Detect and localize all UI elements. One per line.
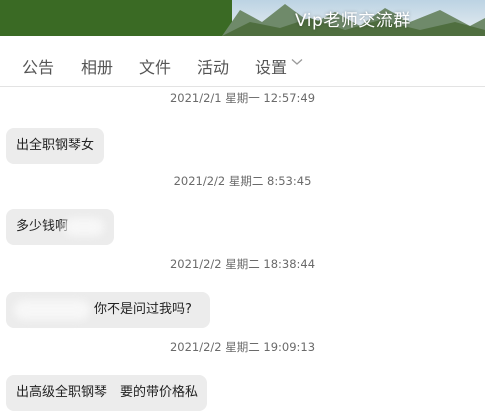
message-timestamp: 2021/2/1 星期一 12:57:49 [169,91,316,105]
redacted-content [64,218,104,236]
tab-settings[interactable]: 设置 [255,54,287,78]
message-bubble[interactable]: 多少钱啊 [6,209,114,245]
message-bubble[interactable]: 你不是问过我吗? [6,292,210,328]
mountain-banner-image [0,0,485,36]
chat-message-list[interactable]: 2021/2/1 星期一 12:57:49 出全职钢琴女 2021/2/2 星期… [0,86,485,417]
message-text: 多少钱啊 [16,219,69,234]
tab-files[interactable]: 文件 [139,54,171,78]
message-text: 你不是问过我吗? [94,302,192,317]
tab-album[interactable]: 相册 [81,54,113,78]
group-tab-bar: 公告 相册 文件 活动 设置 [0,36,485,87]
message-timestamp: 2021/2/2 星期二 18:38:44 [169,257,316,271]
group-title: Vip老师交流群 [295,11,411,31]
group-header-banner: Vip老师交流群 [0,0,485,36]
message-timestamp: 2021/2/2 星期二 8:53:45 [173,174,312,188]
redacted-content [14,300,90,320]
message-bubble[interactable]: 出全职钢琴女 [6,128,104,164]
tab-announcement[interactable]: 公告 [22,54,54,78]
chevron-down-icon[interactable] [291,58,303,66]
message-bubble[interactable]: 出高级全职钢琴 要的带价格私 [6,375,207,411]
tab-activities[interactable]: 活动 [197,54,229,78]
message-timestamp: 2021/2/2 星期二 19:09:13 [169,340,316,354]
